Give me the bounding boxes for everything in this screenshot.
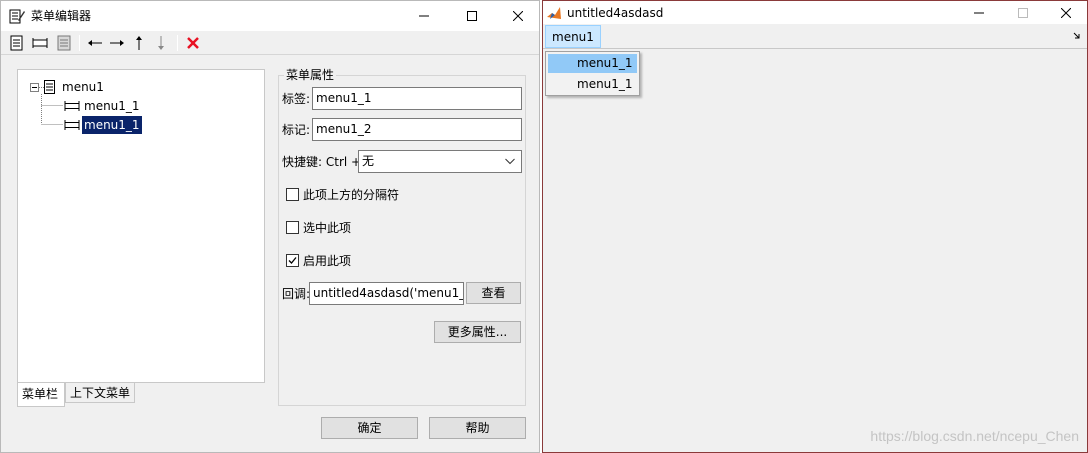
- move-up-icon: [136, 36, 142, 50]
- minimize-icon: [974, 12, 984, 13]
- menu-editor-window: 菜单编辑器 menu1 menu1_1 menu1_1 菜单栏 上下文菜单 菜单…: [0, 0, 540, 453]
- figure-title: untitled4asdasd: [567, 6, 664, 20]
- toolbar-separator: [177, 35, 178, 51]
- shortcut-value: 无: [362, 154, 375, 168]
- maximize-button[interactable]: [449, 1, 495, 31]
- tree-connector-lines: [35, 87, 63, 125]
- dock-arrow-icon[interactable]: [1073, 32, 1081, 40]
- new-menu-icon: [10, 35, 23, 51]
- move-up-button[interactable]: [129, 34, 149, 52]
- shortcut-label: 快捷键: Ctrl +: [282, 155, 362, 169]
- tab-context-menu[interactable]: 上下文菜单: [65, 383, 135, 403]
- separator-checkbox-row[interactable]: 此项上方的分隔符: [286, 186, 399, 202]
- move-down-button[interactable]: [151, 34, 171, 52]
- figure-window: untitled4asdasd menu1 menu1_1 menu1_1 ht…: [542, 0, 1088, 453]
- enabled-checkbox-row[interactable]: 启用此项: [286, 252, 351, 268]
- enabled-checkbox[interactable]: [286, 253, 299, 267]
- menu-item-icon: [64, 120, 80, 130]
- separator-checkbox[interactable]: [286, 187, 299, 201]
- enabled-checkbox-label: 启用此项: [303, 253, 352, 268]
- tree-node-label: menu1_1: [84, 99, 140, 113]
- figure-title-bar: untitled4asdasd: [543, 1, 1087, 24]
- chevron-down-icon: [505, 158, 515, 165]
- minimize-button[interactable]: [401, 1, 447, 31]
- checked-checkbox-row[interactable]: 选中此项: [286, 219, 351, 235]
- watermark: https://blog.csdn.net/ncepu_Chen: [870, 428, 1079, 444]
- callback-input[interactable]: untitled4asdasd('menu1_2: [309, 282, 464, 305]
- toolbar-separator: [79, 35, 80, 51]
- callback-label: 回调:: [282, 287, 311, 301]
- move-down-icon: [158, 36, 164, 50]
- figure-minimize-button[interactable]: [956, 1, 1002, 24]
- new-context-menu-button[interactable]: [53, 34, 73, 52]
- move-right-button[interactable]: [107, 34, 127, 52]
- tag-input[interactable]: menu1_2: [312, 118, 522, 141]
- view-button[interactable]: 查看: [466, 282, 521, 304]
- close-button[interactable]: [495, 1, 541, 31]
- move-left-button[interactable]: [85, 34, 105, 52]
- collapse-icon[interactable]: [30, 82, 39, 92]
- menu-item-icon: [64, 101, 80, 111]
- figure-close-button[interactable]: [1043, 1, 1088, 24]
- new-menu-item-button[interactable]: [30, 34, 50, 52]
- help-button[interactable]: 帮助: [429, 417, 526, 439]
- menu-top-menu1[interactable]: menu1: [545, 25, 601, 48]
- new-menu-button[interactable]: [7, 34, 27, 52]
- tree-node-child[interactable]: menu1_1: [64, 97, 142, 115]
- label-input[interactable]: menu1_1: [312, 87, 522, 110]
- minimize-icon: [419, 15, 429, 17]
- window-title: 菜单编辑器: [31, 9, 92, 23]
- move-right-icon: [110, 40, 124, 46]
- ok-button[interactable]: 确定: [321, 417, 418, 439]
- menu-icon: [44, 80, 55, 94]
- figure-maximize-button[interactable]: [1000, 1, 1046, 24]
- new-context-menu-icon: [57, 35, 71, 51]
- figure-menubar: menu1: [543, 24, 1087, 49]
- maximize-icon: [467, 11, 477, 21]
- tree-node-label: menu1: [62, 80, 104, 94]
- tree-node-child-selected[interactable]: menu1_1: [64, 115, 143, 135]
- separator-checkbox-label: 此项上方的分隔符: [303, 187, 400, 202]
- checked-checkbox-label: 选中此项: [303, 220, 352, 235]
- label-field-label: 标签:: [282, 92, 311, 106]
- menu-dropdown: menu1_1 menu1_1: [545, 51, 640, 96]
- menu-tree[interactable]: menu1 menu1_1 menu1_1: [17, 69, 265, 383]
- tag-field-label: 标记:: [282, 123, 311, 137]
- tab-menubar[interactable]: 菜单栏: [17, 383, 65, 407]
- maximize-icon: [1018, 7, 1028, 18]
- delete-button[interactable]: [183, 34, 203, 52]
- dropdown-item-menu1-1[interactable]: menu1_1: [548, 54, 637, 73]
- checked-checkbox[interactable]: [286, 220, 299, 234]
- shortcut-select[interactable]: 无: [358, 150, 522, 173]
- matlab-icon: [547, 7, 561, 19]
- delete-icon: [187, 37, 199, 49]
- dropdown-item-menu1-1-second[interactable]: menu1_1: [548, 75, 637, 94]
- new-menu-item-icon: [32, 38, 48, 48]
- menu-editor-app-icon: [9, 9, 25, 24]
- checkmark-icon: [288, 256, 297, 264]
- tree-node-root[interactable]: menu1: [30, 78, 106, 96]
- toolbar: [1, 31, 539, 55]
- move-left-icon: [88, 40, 102, 46]
- tree-node-label: menu1_1: [81, 115, 143, 135]
- title-bar: 菜单编辑器: [1, 1, 539, 31]
- close-icon: [1061, 7, 1071, 18]
- close-icon: [513, 11, 523, 21]
- more-properties-button[interactable]: 更多属性...: [434, 321, 521, 343]
- group-title: 菜单属性: [284, 68, 337, 82]
